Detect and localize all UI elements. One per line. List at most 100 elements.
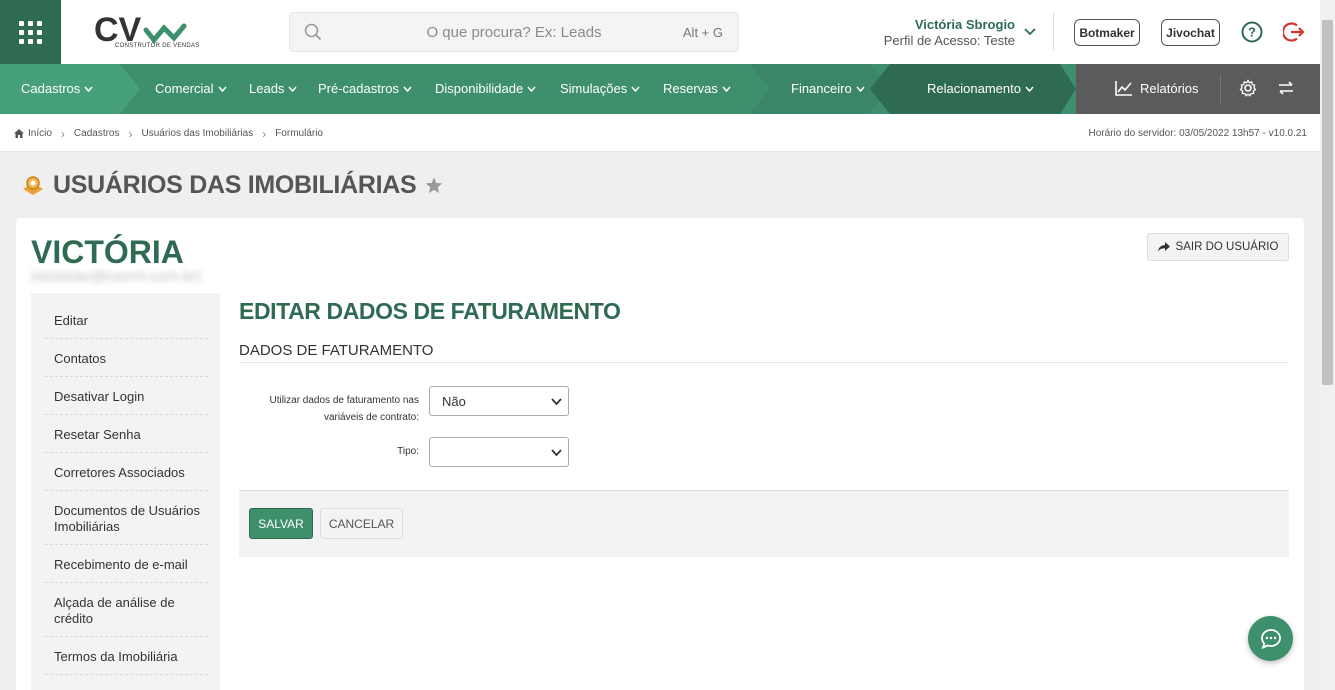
nav-comercial[interactable]: Comercial xyxy=(155,81,227,96)
use-billing-select[interactable]: Não xyxy=(429,386,569,416)
form-title: EDITAR DADOS DE FATURAMENTO xyxy=(239,298,621,324)
logo-subtitle: CONSTRUTOR DE VENDAS xyxy=(115,43,200,49)
search-shortcut: Alt + G xyxy=(682,25,723,40)
apps-menu-button[interactable] xyxy=(0,0,61,64)
global-search[interactable]: O que procura? Ex: Leads Alt + G xyxy=(289,12,739,52)
use-billing-label: Utilizar dados de faturamento nas variáv… xyxy=(269,395,419,423)
chat-bubble-icon xyxy=(1260,628,1281,649)
divider xyxy=(239,362,1289,363)
chevron-down-icon xyxy=(722,86,731,92)
nav-relacionamento[interactable]: Relacionamento xyxy=(927,81,1034,96)
chevron-right-icon: › xyxy=(60,126,65,141)
divider xyxy=(45,376,208,377)
chevron-down-icon xyxy=(856,86,865,92)
nav-label: Simulações xyxy=(560,81,628,96)
nav-relatorios[interactable]: Relatórios xyxy=(1140,81,1199,96)
side-menu-item-editar[interactable]: Editar xyxy=(54,313,208,329)
nav-financeiro[interactable]: Financeiro xyxy=(791,81,865,96)
type-label: Tipo: xyxy=(397,446,419,457)
side-menu-item-termos[interactable]: Termos da Imobiliária xyxy=(54,649,208,665)
breadcrumb-item[interactable]: Início xyxy=(28,128,52,139)
divider xyxy=(1220,74,1221,104)
chevron-down-icon xyxy=(551,449,562,456)
gear-icon[interactable] xyxy=(1239,79,1257,97)
divider xyxy=(45,636,208,637)
nav-simulacoes[interactable]: Simulações xyxy=(560,81,640,96)
save-button[interactable]: SALVAR xyxy=(249,508,313,539)
nav-label: Pré-cadastros xyxy=(318,81,399,96)
side-menu-item-alcada-credito[interactable]: Alçada de análise de crédito xyxy=(54,595,208,627)
top-bar: CV CONSTRUTOR DE VENDAS O que procura? E… xyxy=(0,0,1320,64)
handshake-icon xyxy=(23,176,43,195)
chevron-right-icon: › xyxy=(128,126,133,141)
jivochat-button[interactable]: Jivochat xyxy=(1161,19,1220,46)
side-menu-item-resetar-senha[interactable]: Resetar Senha xyxy=(54,427,208,443)
user-display-name: VICTÓRIA xyxy=(31,234,184,270)
search-placeholder: O que procura? Ex: Leads xyxy=(426,24,602,41)
side-menu-item-documentos[interactable]: Documentos de Usuários Imobiliárias xyxy=(54,503,208,535)
divider xyxy=(45,452,208,453)
chevron-down-icon xyxy=(288,86,297,92)
divider xyxy=(45,414,208,415)
server-time: Horário do servidor: 03/05/2022 13h57 - … xyxy=(1088,128,1307,139)
form-subtitle: DADOS DE FATURAMENTO xyxy=(239,342,434,359)
breadcrumb-item[interactable]: Usuários das Imobiliárias xyxy=(141,128,253,139)
chevron-down-icon xyxy=(403,86,412,92)
side-menu-item-corretores[interactable]: Corretores Associados xyxy=(54,465,208,481)
chart-line-icon[interactable] xyxy=(1115,80,1133,96)
chevron-down-icon xyxy=(84,86,93,92)
nav-label: Cadastros xyxy=(21,81,81,96)
exit-user-label: SAIR DO USUÁRIO xyxy=(1175,241,1279,253)
chevron-right-icon: › xyxy=(262,126,267,141)
scrollbar-thumb[interactable] xyxy=(1322,20,1333,385)
nav-reservas[interactable]: Reservas xyxy=(663,81,731,96)
chevron-down-icon xyxy=(551,398,562,405)
chevron-down-icon xyxy=(1025,86,1034,92)
user-name[interactable]: Victória Sbrogio xyxy=(915,17,1015,32)
logout-icon[interactable] xyxy=(1283,21,1305,43)
nav-label: Disponibilidade xyxy=(435,81,524,96)
grid-icon xyxy=(19,20,42,44)
nav-label: Leads xyxy=(249,81,285,96)
page-title: USUÁRIOS DAS IMOBILIÁRIAS xyxy=(53,171,417,199)
side-menu: Editar Contatos Desativar Login Resetar … xyxy=(31,293,220,690)
chevron-down-icon[interactable] xyxy=(1024,26,1036,36)
swap-icon[interactable] xyxy=(1277,80,1295,96)
side-menu-item-contatos[interactable]: Contatos xyxy=(54,351,208,367)
svg-text:?: ? xyxy=(1248,25,1256,40)
nav-label: Relatórios xyxy=(1140,81,1199,96)
nav-label: Comercial xyxy=(155,81,214,96)
home-icon[interactable] xyxy=(14,129,24,138)
side-menu-item-desativar-login[interactable]: Desativar Login xyxy=(54,389,208,405)
use-billing-value: Não xyxy=(442,393,466,409)
divider xyxy=(45,544,208,545)
user-profile: Perfil de Acesso: Teste xyxy=(883,33,1015,48)
breadcrumb-item: Formulário xyxy=(275,128,323,139)
nav-pre-cadastros[interactable]: Pré-cadastros xyxy=(318,81,412,96)
botmaker-button[interactable]: Botmaker xyxy=(1074,19,1140,46)
chevron-down-icon xyxy=(631,86,640,92)
nav-leads[interactable]: Leads xyxy=(249,81,297,96)
breadcrumb-bar: Início › Cadastros › Usuários das Imobil… xyxy=(0,114,1320,152)
divider xyxy=(1053,12,1054,50)
exit-user-button[interactable]: SAIR DO USUÁRIO xyxy=(1147,233,1289,261)
star-icon[interactable] xyxy=(425,177,443,194)
nav-disponibilidade[interactable]: Disponibilidade xyxy=(435,81,536,96)
divider xyxy=(45,490,208,491)
cancel-button[interactable]: CANCELAR xyxy=(320,508,403,539)
side-menu-item-recebimento-email[interactable]: Recebimento de e-mail xyxy=(54,557,208,573)
help-icon[interactable]: ? xyxy=(1241,21,1263,43)
divider xyxy=(45,338,208,339)
nav-cadastros[interactable]: Cadastros xyxy=(21,81,93,96)
divider xyxy=(45,582,208,583)
nav-label: Reservas xyxy=(663,81,718,96)
chat-button[interactable] xyxy=(1248,616,1293,661)
chevron-down-icon xyxy=(527,86,536,92)
type-select[interactable] xyxy=(429,437,569,467)
nav-label: Relacionamento xyxy=(927,81,1021,96)
user-email: (victoriac@cvcrm.com.br) xyxy=(31,268,202,285)
breadcrumb: Início › Cadastros › Usuários das Imobil… xyxy=(14,126,323,141)
divider xyxy=(45,674,208,675)
chevron-down-icon xyxy=(217,86,227,92)
breadcrumb-item[interactable]: Cadastros xyxy=(74,128,120,139)
